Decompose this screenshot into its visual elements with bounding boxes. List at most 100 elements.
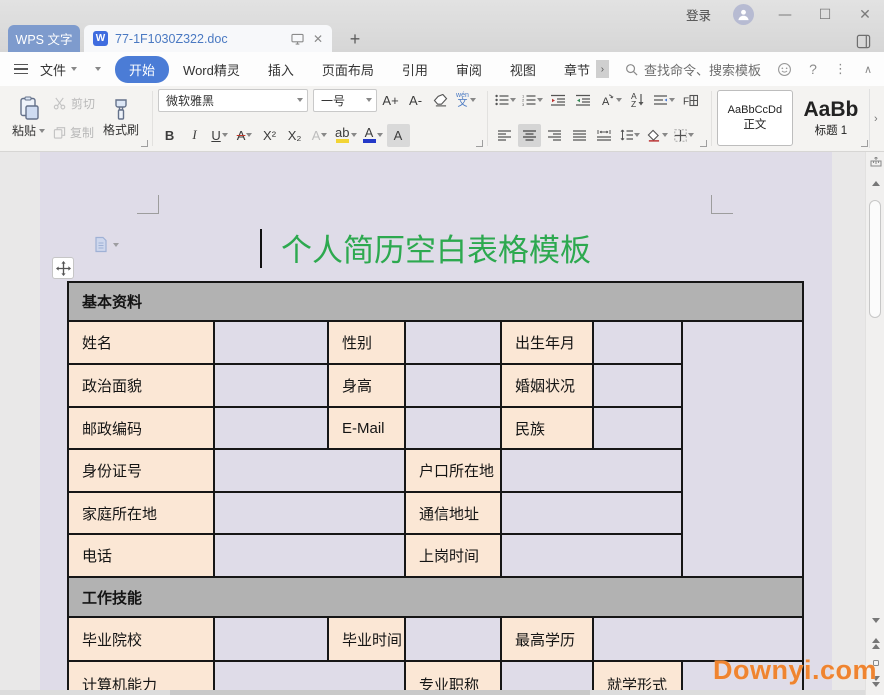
section-more-button[interactable]: › — [596, 60, 609, 78]
field-label-cell[interactable]: 邮政编码 — [68, 407, 214, 449]
character-shading-button[interactable]: A — [387, 124, 410, 147]
tab-review[interactable]: 审阅 — [442, 56, 496, 83]
paragraph-layout-button[interactable] — [651, 89, 677, 112]
styles-gallery-more-button[interactable]: › — [869, 89, 882, 148]
login-button[interactable]: 登录 — [686, 5, 711, 24]
line-spacing-button[interactable] — [618, 124, 642, 147]
field-value-cell[interactable] — [214, 534, 405, 577]
more-options-icon[interactable]: ⋮ — [834, 61, 847, 77]
align-left-button[interactable] — [493, 124, 516, 147]
font-name-select[interactable]: 微软雅黑 — [158, 89, 308, 112]
new-tab-button[interactable]: + — [344, 29, 366, 50]
help-icon[interactable]: ? — [809, 61, 817, 77]
tab-section[interactable]: 章节 — [550, 56, 596, 83]
shrink-font-button[interactable]: A- — [404, 89, 427, 112]
field-value-cell[interactable] — [214, 492, 405, 534]
field-value-cell[interactable] — [214, 617, 328, 661]
highlight-color-button[interactable]: ab — [333, 124, 358, 147]
distribute-button[interactable] — [593, 124, 616, 147]
field-label-cell[interactable]: 出生年月 — [501, 321, 593, 364]
font-size-select[interactable]: 一号 — [313, 89, 377, 112]
field-label-cell[interactable]: 婚姻状况 — [501, 364, 593, 407]
close-tab-icon[interactable]: ✕ — [313, 32, 323, 46]
document-tab[interactable]: W 77-1F1030Z322.doc ✕ — [84, 25, 332, 52]
field-label-cell[interactable]: 身份证号 — [68, 449, 214, 492]
copy-button[interactable]: 复制 — [53, 124, 95, 141]
bold-button[interactable]: B — [158, 124, 181, 147]
file-menu[interactable]: 文件 — [14, 60, 77, 79]
style-normal[interactable]: AaBbCcDd 正文 — [717, 90, 793, 146]
tab-view[interactable]: 视图 — [496, 56, 550, 83]
field-value-cell[interactable] — [405, 407, 501, 449]
field-value-cell[interactable] — [405, 364, 501, 407]
field-value-cell[interactable] — [501, 534, 682, 577]
borders-button[interactable] — [672, 124, 696, 147]
section-header-cell[interactable]: 工作技能 — [68, 577, 803, 617]
field-label-cell[interactable]: 身高 — [328, 364, 405, 407]
tab-table-button[interactable]: F — [679, 89, 702, 112]
field-value-cell[interactable] — [214, 364, 328, 407]
tab-home[interactable]: 开始 — [115, 56, 169, 83]
numbered-list-button[interactable]: 123 — [520, 89, 545, 112]
italic-button[interactable]: I — [183, 124, 206, 147]
strikethrough-button[interactable]: A — [233, 124, 256, 147]
align-right-button[interactable] — [543, 124, 566, 147]
field-label-cell[interactable]: 家庭所在地 — [68, 492, 214, 534]
grow-font-button[interactable]: A+ — [379, 89, 402, 112]
justify-button[interactable] — [568, 124, 591, 147]
field-value-cell[interactable] — [214, 449, 405, 492]
photo-cell[interactable] — [682, 321, 803, 577]
tab-references[interactable]: 引用 — [388, 56, 442, 83]
ruler-toggle-button[interactable] — [866, 157, 884, 168]
field-label-cell[interactable]: 政治面貌 — [68, 364, 214, 407]
field-label-cell[interactable]: 通信地址 — [405, 492, 501, 534]
resume-table[interactable]: 基本资料姓名性别出生年月政治面貌身高婚姻状况邮政编码E-Mail民族身份证号户口… — [67, 281, 804, 695]
field-value-cell[interactable] — [593, 407, 682, 449]
field-label-cell[interactable]: 最高学历 — [501, 617, 593, 661]
underline-button[interactable]: U — [208, 124, 231, 147]
task-pane-toggle-icon[interactable] — [856, 34, 871, 49]
bullet-list-button[interactable] — [493, 89, 518, 112]
tab-insert[interactable]: 插入 — [254, 56, 308, 83]
tab-page-layout[interactable]: 页面布局 — [308, 56, 388, 83]
field-value-cell[interactable] — [405, 321, 501, 364]
cut-button[interactable]: 剪切 — [53, 95, 95, 112]
vertical-scrollbar[interactable] — [865, 152, 884, 695]
clear-format-button[interactable] — [429, 89, 452, 112]
feedback-icon[interactable] — [777, 62, 792, 77]
increase-indent-button[interactable] — [572, 89, 595, 112]
field-label-cell[interactable]: 户口所在地 — [405, 449, 501, 492]
section-header-cell[interactable]: 基本资料 — [68, 282, 803, 321]
phonetic-guide-button[interactable]: wén文 — [454, 89, 478, 112]
collapse-ribbon-icon[interactable]: ∧ — [864, 63, 872, 76]
shading-button[interactable] — [644, 124, 670, 147]
wps-home-tab[interactable]: WPS 文字 — [8, 25, 80, 52]
field-value-cell[interactable] — [405, 617, 501, 661]
scrollbar-thumb[interactable] — [869, 200, 881, 318]
horizontal-scrollbar-thumb[interactable] — [170, 690, 590, 695]
field-label-cell[interactable]: 姓名 — [68, 321, 214, 364]
scroll-down-button[interactable] — [866, 618, 884, 623]
close-window-button[interactable]: ✕ — [856, 7, 874, 23]
field-value-cell[interactable] — [501, 449, 682, 492]
style-heading1[interactable]: AaBb 标题 1 — [793, 90, 869, 146]
tab-word-genie[interactable]: Word精灵 — [169, 56, 254, 83]
field-label-cell[interactable]: 上岗时间 — [405, 534, 501, 577]
decrease-indent-button[interactable] — [547, 89, 570, 112]
previous-page-button[interactable] — [866, 638, 884, 649]
align-center-button[interactable] — [518, 124, 541, 147]
sort-button[interactable]: AZ — [626, 89, 649, 112]
paste-button[interactable]: 粘贴 — [8, 93, 49, 142]
format-painter-button[interactable]: 格式刷 — [99, 94, 143, 141]
horizontal-scrollbar[interactable] — [0, 690, 865, 695]
superscript-button[interactable]: X² — [258, 124, 281, 147]
field-value-cell[interactable] — [214, 321, 328, 364]
field-value-cell[interactable] — [593, 321, 682, 364]
font-color-button[interactable]: A — [361, 124, 385, 147]
field-label-cell[interactable]: 毕业院校 — [68, 617, 214, 661]
text-effects-button[interactable]: A — [308, 124, 331, 147]
field-label-cell[interactable]: 民族 — [501, 407, 593, 449]
document-title[interactable]: 个人简历空白表格模板 — [40, 225, 832, 270]
field-label-cell[interactable]: 电话 — [68, 534, 214, 577]
field-label-cell[interactable]: 毕业时间 — [328, 617, 405, 661]
